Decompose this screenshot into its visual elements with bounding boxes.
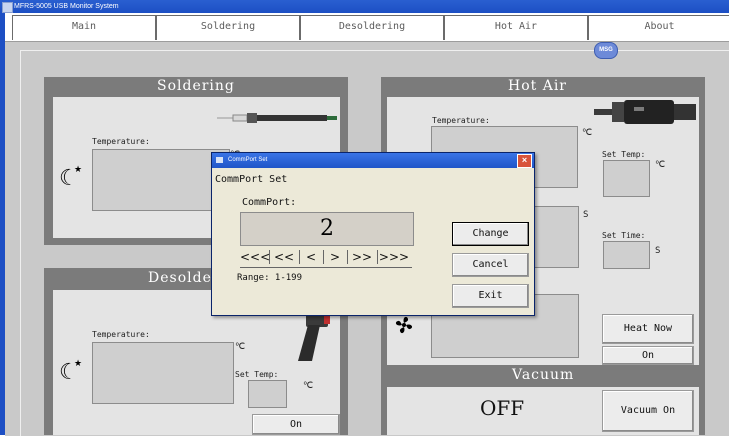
commport-value-display: 2 <box>240 212 414 246</box>
tab-about[interactable]: About <box>588 15 729 40</box>
desoldering-unit: ℃ <box>235 342 246 352</box>
tab-hot-air[interactable]: Hot Air <box>444 15 588 40</box>
nav-next-fast-button[interactable]: >> <box>348 249 376 266</box>
hot-air-temperature-label: Temperature: <box>432 116 490 125</box>
moon-star-icon: ☾ ★ <box>59 359 83 385</box>
nav-next-button[interactable]: > <box>324 249 346 266</box>
hot-air-unit-s: S <box>583 210 589 220</box>
nav-underline <box>240 267 412 268</box>
hot-air-unit-c: ℃ <box>582 128 593 138</box>
soldering-title: Soldering <box>157 78 235 94</box>
hot-air-on-button[interactable]: On <box>602 346 694 365</box>
hot-air-set-temp-label: Set Temp: <box>602 150 646 159</box>
heat-now-button[interactable]: Heat Now <box>602 314 694 344</box>
hot-air-set-temp-unit: ℃ <box>655 160 666 170</box>
fan-icon <box>393 314 415 336</box>
desoldering-gun-icon <box>286 313 330 363</box>
commport-dialog: CommPort Set × CommPort Set CommPort: 2 … <box>211 152 535 316</box>
desoldering-temperature-label: Temperature: <box>92 330 150 339</box>
tab-main[interactable]: Main <box>12 15 156 40</box>
hot-air-set-time-unit: S <box>655 246 661 256</box>
tab-soldering[interactable]: Soldering <box>156 15 300 40</box>
soldering-iron-icon <box>215 108 339 128</box>
desoldering-title: Desolde <box>148 270 212 286</box>
soldering-temperature-display <box>92 149 230 211</box>
change-button[interactable]: Change <box>452 222 529 246</box>
desoldering-set-temp-label: Set Temp: <box>235 370 279 379</box>
app-icon <box>2 2 13 13</box>
soldering-temperature-label: Temperature: <box>92 137 150 146</box>
nav-prev-fast-button[interactable]: << <box>270 249 298 266</box>
desoldering-temperature-display <box>92 342 234 404</box>
range-label: Range: 1-199 <box>237 273 303 283</box>
dialog-icon <box>216 157 223 163</box>
nav-last-button[interactable]: >>> <box>378 249 410 266</box>
close-icon[interactable]: × <box>517 154 532 168</box>
msg-icon[interactable]: MSG <box>594 42 618 59</box>
dialog-heading: CommPort Set <box>215 174 288 185</box>
hot-air-title: Hot Air <box>508 78 567 94</box>
dialog-title: CommPort Set <box>228 157 268 163</box>
desoldering-set-temp-unit: ℃ <box>303 381 314 391</box>
vacuum-on-button[interactable]: Vacuum On <box>602 390 694 432</box>
hot-air-set-time-display <box>603 241 650 269</box>
hot-air-set-temp-display <box>603 160 650 197</box>
vacuum-status: OFF <box>480 396 525 420</box>
desoldering-set-temp-display <box>248 380 287 408</box>
window-title: MFRS-5005 USB Monitor System <box>14 3 119 10</box>
hot-air-time-display <box>531 206 579 268</box>
vacuum-title: Vacuum <box>512 367 575 383</box>
cancel-button[interactable]: Cancel <box>452 253 529 277</box>
moon-star-icon: ☾ ★ <box>59 165 83 191</box>
tab-desoldering[interactable]: Desoldering <box>300 15 444 40</box>
desoldering-on-button[interactable]: On <box>252 414 340 435</box>
nav-first-button[interactable]: <<< <box>240 249 270 266</box>
commport-label: CommPort: <box>242 197 297 208</box>
nav-prev-button[interactable]: < <box>300 249 322 266</box>
exit-button[interactable]: Exit <box>452 284 529 308</box>
hot-air-set-time-label: Set Time: <box>602 231 646 240</box>
hot-air-handle-icon <box>594 97 698 127</box>
